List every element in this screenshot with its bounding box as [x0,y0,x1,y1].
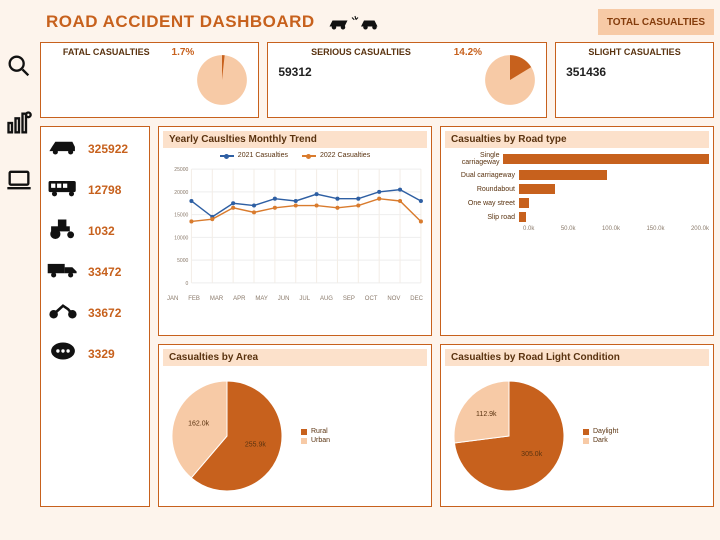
road-bar-chart: Single carriageway Dual carriageway Rounda… [445,152,709,222]
car-icon [46,132,80,165]
bus-icon [46,173,80,206]
svg-text:255.9k: 255.9k [245,441,267,448]
truck-icon [46,255,80,288]
svg-text:10000: 10000 [174,235,188,241]
trend-legend: 2021 Casualties 2022 Casualties [163,152,427,159]
bar-row: Dual carriageway [445,170,709,180]
page-title: ROAD ACCIDENT DASHBOARD [46,12,315,32]
svg-text:5000: 5000 [177,258,188,264]
kpi-serious-label: SERIOUS CASUALTIES [276,47,445,57]
vehicle-value: 12798 [88,183,121,197]
light-pie: 305.0k 112.9k [449,376,569,496]
svg-text:20000: 20000 [174,190,188,196]
panel-trend-title: Yearly Causlties Monthly Trend [163,131,427,148]
kpi-slight-label: SLIGHT CASUALTIES [564,47,705,57]
vehicle-value: 1032 [88,224,115,238]
trend-chart: 0 5000 10000 15000 20000 25000 [163,161,427,291]
total-casualties-box: TOTAL CASUALTIES [598,9,714,35]
svg-text:15000: 15000 [174,213,188,219]
kpi-slight-value: 351436 [566,65,606,79]
light-legend: DaylightDark [583,426,618,446]
road-x-axis: 0.0k50.0k100.0k150.0k200.0k [445,226,709,232]
tractor-icon [46,214,80,247]
legend-2022: 2022 Casualties [320,152,370,159]
kpi-serious-pie [482,52,538,108]
bar-row: Roundabout [445,184,709,194]
bar-row: Slip road [445,212,709,222]
svg-text:112.9k: 112.9k [476,411,497,418]
vehicle-value: 33472 [88,265,121,279]
kpi-fatal-label: FATAL CASUALTIES [49,47,164,113]
vehicle-row-truck: 33472 [45,254,145,289]
panel-area-title: Casualties by Area [163,349,427,366]
bar-row: Single carriageway [445,152,709,166]
panel-light-title: Casualties by Road Light Condition [445,349,709,366]
svg-text:162.0k: 162.0k [188,421,210,428]
svg-text:0: 0 [186,281,189,287]
kpi-fatal-pie [194,52,250,108]
vehicle-row-other: 3329 [45,336,145,371]
panel-road-type: Casualties by Road type Single carriagew… [440,126,714,336]
vehicle-value: 3329 [88,347,115,361]
total-casualties-label: TOTAL CASUALTIES [607,17,705,28]
other-icon [46,337,80,370]
vehicle-row-car: 325922 [45,131,145,166]
area-pie: 255.9k 162.0k [167,376,287,496]
panel-trend: Yearly Causlties Monthly Trend 2021 Casu… [158,126,432,336]
kpi-slight: SLIGHT CASUALTIES 351436 [555,42,714,118]
kpi-serious-pct: 14.2% [454,47,482,113]
legend-2021: 2021 Casualties [238,152,288,159]
panel-light: Casualties by Road Light Condition 305.0… [440,344,714,507]
vehicle-value: 325922 [88,142,128,156]
vehicle-row-tractor: 1032 [45,213,145,248]
kpi-fatal-pct: 1.7% [172,47,195,113]
panel-road-title: Casualties by Road type [445,131,709,148]
trend-x-axis: JANFEBMARAPRMAYJUNJULAUGSEPOCTNOVDEC [163,296,427,302]
panel-area: Casualties by Area 255.9k 162.0k RuralUrb… [158,344,432,507]
motorcycle-icon [46,296,80,329]
vehicle-type-list: 325922 12798 1032 33472 33672 3329 [40,126,150,507]
kpi-serious-value: 59312 [278,65,311,79]
car-crash-icon [325,11,385,33]
header: ROAD ACCIDENT DASHBOARD TOTAL CASUALTIES [40,6,720,38]
bar-row: One way street [445,198,709,208]
vehicle-value: 33672 [88,306,121,320]
vehicle-row-bus: 12798 [45,172,145,207]
svg-text:305.0k: 305.0k [521,451,543,458]
vehicle-row-motorcycle: 33672 [45,295,145,330]
kpi-fatal: FATAL CASUALTIES 1.7% [40,42,259,118]
kpi-serious: SERIOUS CASUALTIES 59312 14.2% [267,42,547,118]
area-legend: RuralUrban [301,426,330,446]
svg-text:25000: 25000 [174,167,188,173]
